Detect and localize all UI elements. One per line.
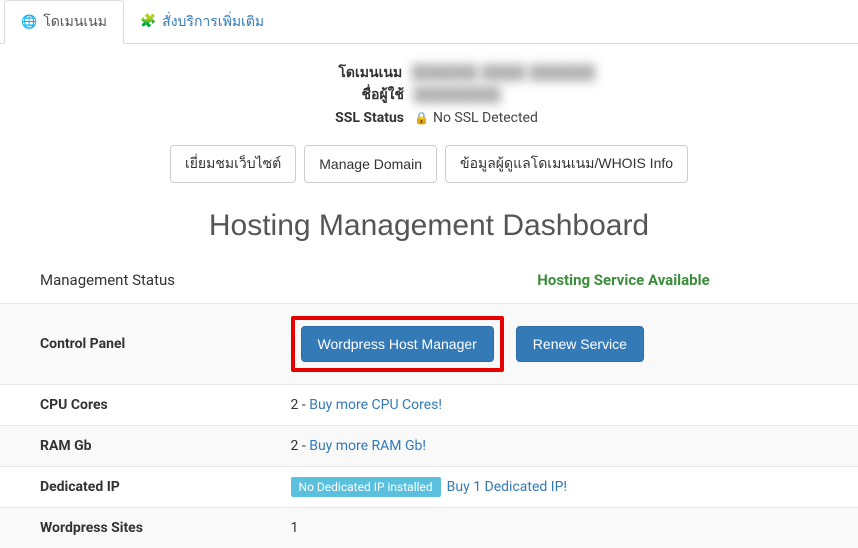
cpu-label: CPU Cores — [0, 385, 275, 426]
table-row: CPU Cores 2 - Buy more CPU Cores! — [0, 385, 858, 426]
user-value: ████████ — [414, 84, 594, 106]
domain-info: โดเมนเนม ██████ ████ ██████ ชื่อผู้ใช้ █… — [0, 62, 858, 129]
ip-label: Dedicated IP — [0, 467, 275, 508]
table-row: Control Panel Wordpress Host Manager Ren… — [0, 304, 858, 385]
domain-value: ██████ ████ ██████ — [412, 62, 596, 84]
hosting-table: Control Panel Wordpress Host Manager Ren… — [0, 303, 858, 548]
ram-value: 2 - Buy more RAM Gb! — [275, 426, 858, 467]
tab-domain[interactable]: 🌐 โดเมนเนม — [4, 0, 124, 44]
hosting-status-value: Hosting Service Available — [429, 271, 818, 289]
globe-icon: 🌐 — [21, 15, 37, 30]
wordpress-host-manager-button[interactable]: Wordpress Host Manager — [301, 326, 494, 362]
buy-cpu-link[interactable]: Buy more CPU Cores! — [309, 397, 442, 413]
cpu-value: 2 - Buy more CPU Cores! — [275, 385, 858, 426]
manage-domain-button[interactable]: Manage Domain — [304, 145, 437, 183]
ip-value: No Dedicated IP installed Buy 1 Dedicated… — [275, 467, 858, 508]
tab-label: โดเมนเนม — [43, 11, 107, 33]
ram-label: RAM Gb — [0, 426, 275, 467]
table-row: Dedicated IP No Dedicated IP installed Bu… — [0, 467, 858, 508]
ssl-label: SSL Status — [264, 107, 404, 129]
control-panel-label: Control Panel — [0, 304, 275, 385]
tab-addon[interactable]: 🧩 สั่งบริการเพิ่มเติม — [124, 0, 280, 43]
highlight-box: Wordpress Host Manager — [291, 316, 504, 372]
buy-ip-link[interactable]: Buy 1 Dedicated IP! — [447, 479, 567, 495]
tab-label: สั่งบริการเพิ่มเติม — [162, 11, 264, 33]
visit-site-button[interactable]: เยี่ยมชมเว็บไซต์ — [170, 145, 296, 183]
status-row: Management Status Hosting Service Availa… — [0, 263, 858, 303]
puzzle-icon: 🧩 — [140, 14, 156, 29]
whois-button[interactable]: ข้อมูลผู้ดูแลโดเมนเนม/WHOIS Info — [445, 145, 688, 183]
domain-label: โดเมนเนม — [262, 62, 402, 84]
user-label: ชื่อผู้ใช้ — [264, 84, 404, 106]
management-status-label: Management Status — [40, 271, 429, 289]
tabs: 🌐 โดเมนเนม 🧩 สั่งบริการเพิ่มเติม — [0, 0, 858, 44]
renew-service-button[interactable]: Renew Service — [516, 326, 644, 362]
ssl-value: 🔒No SSL Detected — [414, 107, 594, 129]
no-ip-badge: No Dedicated IP installed — [291, 477, 441, 497]
table-row: RAM Gb 2 - Buy more RAM Gb! — [0, 426, 858, 467]
action-buttons: เยี่ยมชมเว็บไซต์ Manage Domain ข้อมูลผู้… — [0, 145, 858, 183]
buy-ram-link[interactable]: Buy more RAM Gb! — [309, 438, 426, 454]
lock-icon: 🔒 — [414, 111, 429, 125]
dashboard-title: Hosting Management Dashboard — [0, 209, 858, 243]
